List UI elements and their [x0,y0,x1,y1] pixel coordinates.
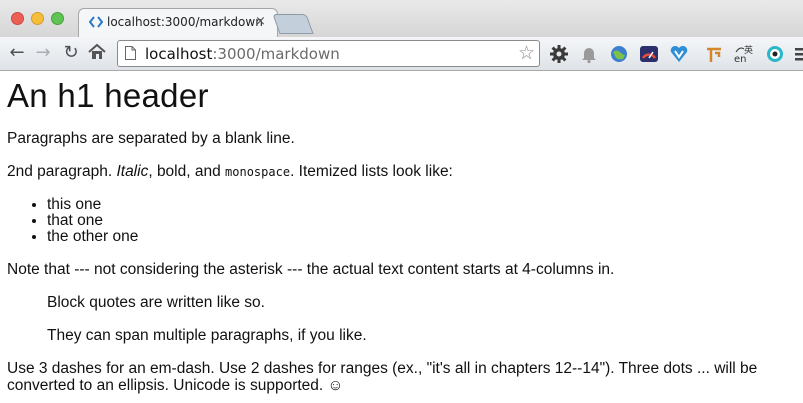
note-paragraph: Note that --- not considering the asteri… [7,261,615,278]
home-icon[interactable] [86,41,108,63]
paragraph-2: 2nd paragraph. Italic, bold, and monospa… [7,163,803,181]
tab-title: localhost:3000/markdown [107,15,263,29]
blockquote-2: They can span multiple paragraphs, if yo… [47,327,367,344]
paragraph-1: Paragraphs are separated by a blank line… [7,130,295,147]
url-path: :3000/markdown [212,45,340,63]
dashes-paragraph: Use 3 dashes for an em-dash. Use 2 dashe… [7,360,758,394]
globe-icon[interactable] [608,43,630,65]
italic-text: Italic [116,163,149,180]
page-icon [125,46,136,60]
heart-v-icon[interactable] [668,43,690,65]
star-icon[interactable]: ☆ [518,42,535,64]
chat-icon[interactable] [764,43,786,65]
url-text[interactable]: localhost:3000/markdown [145,45,340,63]
page-h1: An h1 header [7,77,209,114]
list-item: the other one [47,229,803,245]
list-item: that one [47,213,803,229]
translate-icon[interactable]: en 英 [732,43,754,65]
tools-icon[interactable] [703,43,725,65]
reload-icon[interactable]: ↻ [60,42,82,64]
new-tab-button[interactable] [272,14,314,34]
svg-text:英: 英 [744,44,753,56]
gear-icon[interactable] [548,43,570,65]
window-titlebar: localhost:3000/markdown × [0,0,803,37]
forward-arrow-icon[interactable]: → [32,42,54,64]
gauge-icon[interactable] [638,43,660,65]
menu-icon[interactable] [793,43,803,65]
p2-text-a: 2nd paragraph. [7,163,117,180]
bell-icon[interactable] [578,43,600,65]
list-item: this one [47,197,803,213]
blockquote-1: Block quotes are written like so. [47,294,265,311]
itemized-list: this one that one the other one [7,197,803,245]
monospace-text: monospace [225,165,291,179]
back-arrow-icon[interactable]: ← [6,42,28,64]
window-close-button[interactable] [11,12,24,25]
tab-active[interactable]: localhost:3000/markdown × [78,8,278,37]
address-bar[interactable]: localhost:3000/markdown ☆ [117,40,540,67]
window-maximize-button[interactable] [51,12,64,25]
p2-text-b: , bold, and [148,163,226,180]
browser-toolbar: ← → ↻ localhost:3000/markdown ☆ en 英 [0,37,803,71]
url-host: localhost [145,45,213,63]
window-minimize-button[interactable] [31,12,44,25]
tab-close-icon[interactable]: × [255,14,266,29]
page-content: An h1 header Paragraphs are separated by… [0,77,803,395]
p2-text-c: . Itemized lists look like: [290,163,453,180]
code-chevrons-icon [89,16,103,28]
